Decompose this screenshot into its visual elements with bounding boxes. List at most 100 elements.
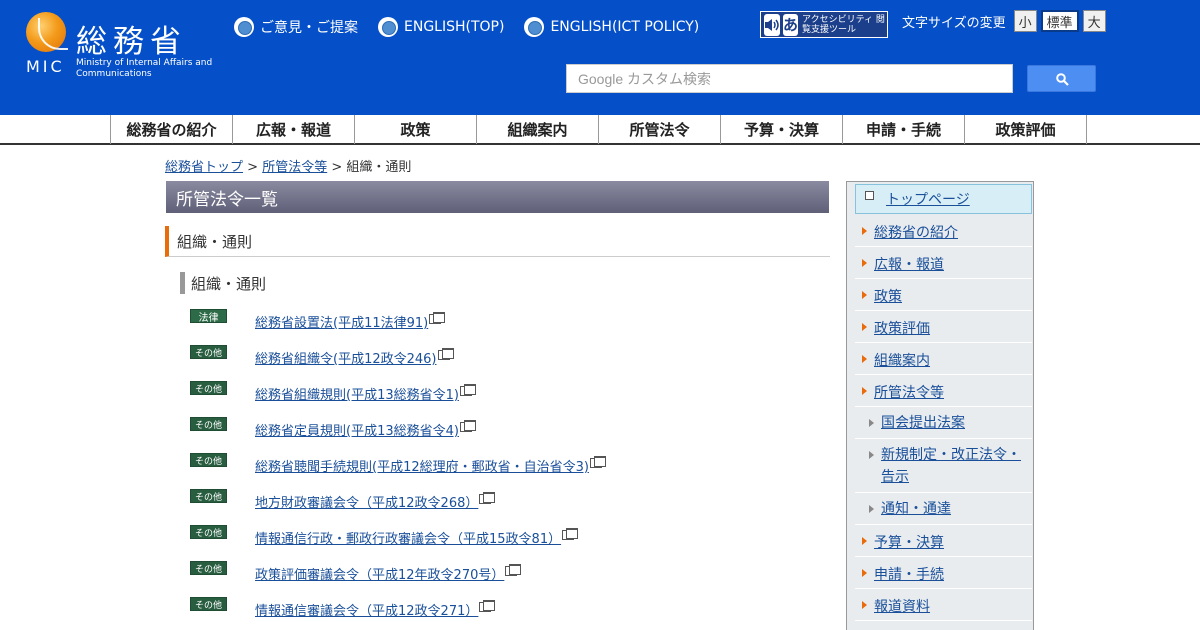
accessibility-tool-button[interactable]: あ アクセシビリティ 閲覧支援ツール: [760, 11, 888, 38]
law-link[interactable]: 総務省設置法(平成11法律91): [255, 312, 446, 331]
category-badge: その他: [190, 597, 227, 611]
breadcrumb: 総務省トップ > 所管法令等 > 組織・通則: [165, 156, 411, 175]
category-badge: その他: [190, 489, 227, 503]
side-nav-item-budget[interactable]: 予算・決算: [855, 525, 1032, 557]
sub-heading: 組織・通則: [180, 272, 266, 294]
bullet-icon: [524, 17, 545, 37]
side-nav-item-applications[interactable]: 申請・手続: [855, 557, 1032, 589]
side-nav-label: 申請・手続: [874, 567, 944, 583]
new-window-icon: [562, 528, 579, 540]
side-nav-item-pr[interactable]: 広報・報道: [855, 247, 1032, 279]
new-window-icon: [459, 384, 476, 396]
side-nav-item-laws[interactable]: 所管法令等: [855, 375, 1032, 407]
law-title: 総務省組織令(平成12政令246): [255, 352, 437, 367]
font-size-standard-button[interactable]: 標準: [1040, 10, 1079, 32]
hiragana-a-icon: あ: [783, 13, 799, 36]
side-nav-label: 政策評価: [874, 321, 930, 337]
arrow-right-icon: [862, 569, 867, 577]
arrow-right-icon: [862, 323, 867, 331]
font-size-small-button[interactable]: 小: [1013, 10, 1037, 32]
arrow-right-icon: [869, 419, 874, 427]
side-nav-label: 所管法令等: [874, 385, 944, 401]
law-link[interactable]: 総務省聴聞手続規則(平成12総理府・郵政省・自治省令3): [255, 456, 606, 475]
logo-english: Ministry of Internal Affairs and Communi…: [76, 58, 213, 79]
side-nav-item-evaluation[interactable]: 政策評価: [855, 311, 1032, 343]
new-window-icon: [479, 492, 496, 504]
arrow-right-icon: [869, 505, 874, 513]
side-nav-subitem-new-laws[interactable]: 新規制定・改正法令・告示: [855, 439, 1032, 493]
new-window-icon: [459, 420, 476, 432]
gnav-pr[interactable]: 広報・報道: [233, 115, 355, 144]
side-nav-label: 新規制定・改正法令・告示: [881, 447, 1021, 485]
side-nav-label: 政策: [874, 289, 902, 305]
side-nav-item-organization[interactable]: 組織案内: [855, 343, 1032, 375]
law-link[interactable]: 総務省組織規則(平成13総務省令1): [255, 384, 476, 403]
global-nav: 総務省の紹介 広報・報道 政策 組織案内 所管法令 予算・決算 申請・手続 政策…: [0, 115, 1200, 145]
law-link[interactable]: 総務省定員規則(平成13総務省令4): [255, 420, 476, 439]
side-nav-label: 総務省の紹介: [874, 225, 958, 241]
side-nav-item-policy[interactable]: 政策: [855, 279, 1032, 311]
toplink-label: ENGLISH(ICT POLICY): [550, 19, 700, 35]
arrow-right-icon: [862, 387, 867, 395]
page-title: 所管法令一覧: [166, 181, 829, 213]
side-nav-label: 通知・通達: [881, 501, 951, 517]
toplink-label: ご意見・ご提案: [260, 20, 358, 36]
speaker-icon: [764, 13, 780, 36]
law-title: 政策評価審議会令（平成12年政令270号）: [255, 568, 505, 583]
law-title: 情報通信行政・郵政行政審議会令（平成15政令81）: [255, 532, 562, 547]
breadcrumb-separator: >: [331, 160, 343, 175]
logo-mic: MIC: [26, 57, 65, 76]
font-size-large-button[interactable]: 大: [1082, 10, 1106, 32]
bullet-icon: [234, 17, 254, 37]
gnav-policy[interactable]: 政策: [355, 115, 477, 144]
side-nav-top-label: トップページ: [886, 192, 970, 208]
accessibility-tool-label: アクセシビリティ 閲覧支援ツール: [802, 14, 885, 35]
new-window-icon: [437, 348, 454, 360]
breadcrumb-separator: >: [247, 160, 259, 175]
law-link[interactable]: 政策評価審議会令（平成12年政令270号）: [255, 564, 522, 583]
gnav-budget[interactable]: 予算・決算: [721, 115, 843, 144]
law-link[interactable]: 総務省組織令(平成12政令246): [255, 348, 454, 367]
arrow-right-icon: [862, 601, 867, 609]
category-badge: その他: [190, 561, 227, 575]
new-window-icon: [479, 600, 496, 612]
side-nav-item-press[interactable]: 報道資料: [855, 589, 1032, 621]
law-title: 総務省定員規則(平成13総務省令4): [255, 424, 459, 439]
gnav-laws[interactable]: 所管法令: [599, 115, 721, 144]
category-badge: その他: [190, 453, 227, 467]
new-window-icon: [505, 564, 522, 576]
arrow-right-icon: [862, 259, 867, 267]
side-nav-top-link[interactable]: トップページ: [855, 184, 1032, 214]
side-nav: トップページ 総務省の紹介 広報・報道 政策 政策評価 組織案内 所管法令等 国…: [846, 181, 1034, 630]
arrow-right-icon: [862, 227, 867, 235]
gnav-organization[interactable]: 組織案内: [477, 115, 599, 144]
mic-logo[interactable]: 総務省 MIC Ministry of Internal Affairs and…: [26, 12, 216, 82]
arrow-right-icon: [862, 537, 867, 545]
side-nav-subitem-notices[interactable]: 通知・通達: [855, 493, 1032, 525]
side-nav-label: 予算・決算: [874, 535, 944, 551]
toplink-english-ict[interactable]: ENGLISH(ICT POLICY): [524, 17, 699, 37]
gnav-applications[interactable]: 申請・手続: [843, 115, 965, 144]
new-window-icon: [589, 456, 606, 468]
toplink-feedback[interactable]: ご意見・ご提案: [234, 17, 358, 37]
bullet-icon: [378, 17, 398, 37]
arrow-right-icon: [869, 451, 874, 459]
breadcrumb-current: 組織・通則: [346, 160, 412, 175]
law-title: 情報通信審議会令（平成12政令271）: [255, 604, 479, 619]
arrow-right-icon: [862, 355, 867, 363]
side-nav-subitem-bills[interactable]: 国会提出法案: [855, 407, 1032, 439]
breadcrumb-home-link[interactable]: 総務省トップ: [165, 160, 243, 175]
site-header: 総務省 MIC Ministry of Internal Affairs and…: [0, 0, 1200, 115]
search-button[interactable]: [1027, 65, 1096, 92]
side-nav-label: 広報・報道: [874, 257, 944, 273]
breadcrumb-parent-link[interactable]: 所管法令等: [262, 160, 327, 175]
law-link[interactable]: 情報通信審議会令（平成12政令271）: [255, 600, 496, 619]
toplink-label: ENGLISH(TOP): [404, 19, 505, 35]
toplink-english-top[interactable]: ENGLISH(TOP): [378, 17, 504, 37]
gnav-evaluation[interactable]: 政策評価: [965, 115, 1087, 144]
search-input[interactable]: Google カスタム検索: [566, 64, 1013, 93]
side-nav-item-about[interactable]: 総務省の紹介: [855, 215, 1032, 247]
law-link[interactable]: 情報通信行政・郵政行政審議会令（平成15政令81）: [255, 528, 579, 547]
gnav-about[interactable]: 総務省の紹介: [111, 115, 233, 144]
law-link[interactable]: 地方財政審議会令（平成12政令268）: [255, 492, 496, 511]
